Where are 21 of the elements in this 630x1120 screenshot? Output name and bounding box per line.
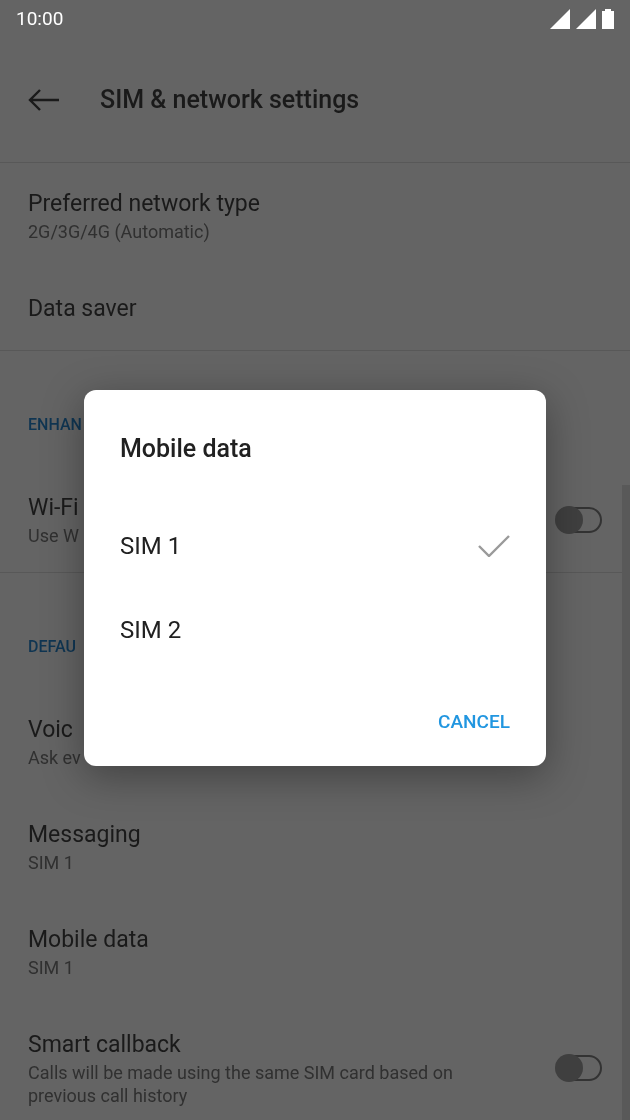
back-arrow-icon[interactable] bbox=[28, 89, 60, 111]
dialog-title: Mobile data bbox=[120, 433, 252, 465]
cancel-button[interactable]: CANCEL bbox=[438, 707, 510, 736]
battery-icon bbox=[602, 9, 614, 29]
toggle-switch[interactable] bbox=[558, 506, 602, 533]
toggle-switch[interactable] bbox=[558, 1055, 602, 1081]
setting-title[interactable]: Smart callback bbox=[28, 1029, 181, 1061]
section-header: ENHAN bbox=[28, 415, 82, 434]
page-title: SIM & network settings bbox=[100, 84, 360, 117]
setting-title[interactable]: Messaging bbox=[28, 819, 141, 851]
section-header: DEFAU bbox=[28, 637, 76, 656]
setting-title[interactable]: Data saver bbox=[28, 293, 137, 325]
setting-title[interactable]: Mobile data bbox=[28, 924, 149, 956]
setting-title[interactable]: Preferred network type bbox=[28, 188, 260, 220]
status-time: 10:00 bbox=[16, 5, 64, 32]
setting-title[interactable]: Wi-Fi bbox=[28, 492, 79, 524]
sim-option[interactable]: SIM 2 bbox=[84, 587, 546, 672]
signal-icon bbox=[576, 9, 596, 29]
setting-title[interactable]: Voic bbox=[28, 714, 73, 746]
signal-icon bbox=[550, 9, 570, 29]
sim-option[interactable]: SIM 1 bbox=[84, 503, 546, 588]
